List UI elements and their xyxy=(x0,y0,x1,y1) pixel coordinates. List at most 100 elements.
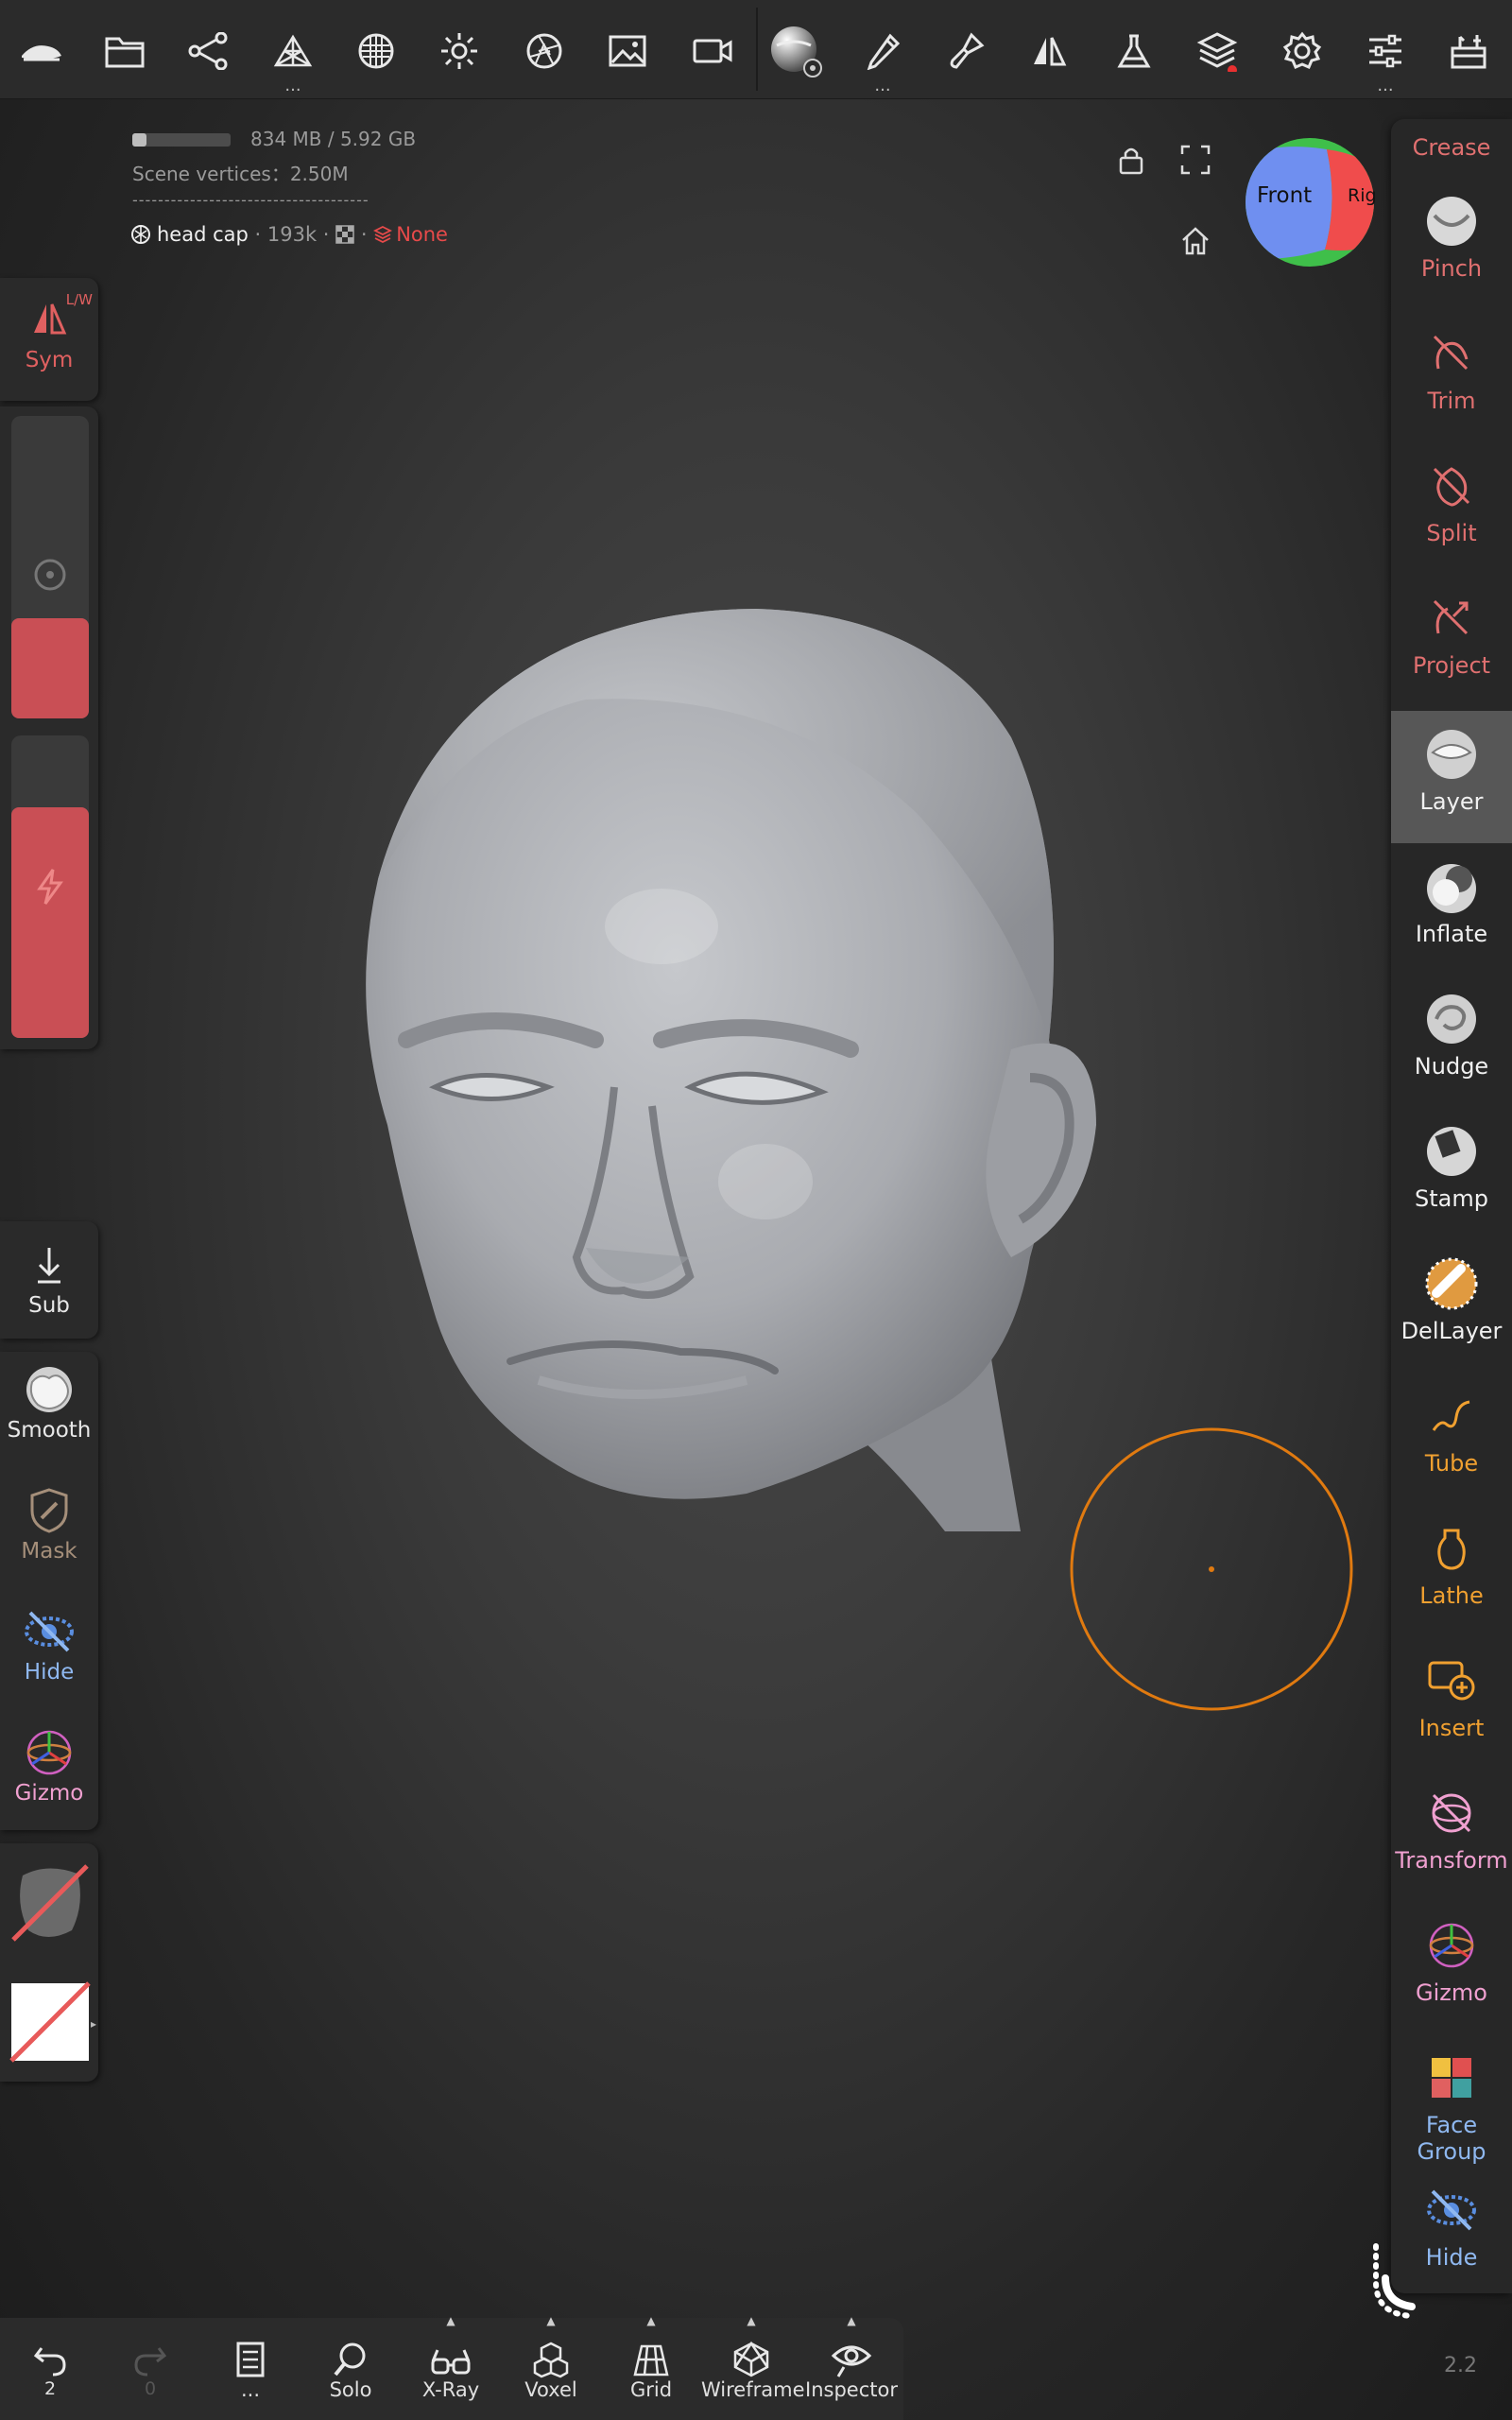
hide-label: Hide xyxy=(24,1660,75,1685)
lock-camera-button[interactable] xyxy=(1115,144,1149,178)
view-cube[interactable]: Front Rig xyxy=(1244,136,1377,268)
radius-slider[interactable] xyxy=(11,416,89,718)
intensity-lightning-icon xyxy=(36,868,64,906)
intensity-slider[interactable] xyxy=(11,735,89,1038)
fullscreen-button[interactable] xyxy=(1179,144,1213,178)
app-menu-button[interactable] xyxy=(11,21,72,81)
solo-button[interactable]: Solo xyxy=(301,2318,401,2420)
settings-button[interactable] xyxy=(1272,21,1332,81)
grid-button[interactable]: ▲ Grid xyxy=(601,2314,701,2420)
sub-button[interactable]: Sub xyxy=(0,1236,98,1318)
tool-transform-label: Transform xyxy=(1395,1847,1508,1874)
tool-trim[interactable]: Trim xyxy=(1391,310,1512,442)
postprocess-button[interactable] xyxy=(514,21,575,81)
bottom-bar: 2 0 ... Solo ▲ X-Ray ▲ Voxel ▲ Grid ▲ Wi… xyxy=(0,2314,903,2420)
painting-button[interactable] xyxy=(936,21,996,81)
lathe-vase-icon xyxy=(1437,1529,1466,1570)
interface-button[interactable]: ... xyxy=(1355,21,1416,95)
checker-icon xyxy=(335,225,354,244)
history-more-button[interactable]: ... xyxy=(200,2318,301,2420)
brush-radius-circle xyxy=(1070,1427,1353,1711)
color-disabled-icon xyxy=(9,1981,91,2063)
grid-expand-caret: ▲ xyxy=(646,2314,656,2327)
split-icon xyxy=(1433,467,1470,507)
tools-panel-button[interactable] xyxy=(1438,21,1499,81)
camera-button[interactable] xyxy=(682,21,743,81)
tool-insert-label: Insert xyxy=(1418,1715,1485,1741)
undo-icon xyxy=(33,2347,66,2377)
tool-face-group[interactable]: Face Group xyxy=(1391,2034,1512,2167)
xray-button[interactable]: ▲ X-Ray xyxy=(401,2314,501,2420)
inspector-expand-caret: ▲ xyxy=(847,2314,856,2327)
brush-sphere-icon xyxy=(771,26,822,78)
panel-scroll-indicator[interactable] xyxy=(1370,2240,1455,2325)
files-button[interactable] xyxy=(94,21,155,81)
inspector-button[interactable]: ▲ Inspector xyxy=(801,2314,902,2420)
layer-value: None xyxy=(396,223,448,246)
stroke-button[interactable]: ... xyxy=(852,21,913,95)
tool-tube[interactable]: Tube xyxy=(1391,1373,1512,1505)
tool-layer[interactable]: Layer xyxy=(1391,711,1512,843)
hide-tool-button[interactable]: Hide xyxy=(0,1603,98,1685)
tool-split[interactable]: Split xyxy=(1391,442,1512,575)
undo-button[interactable]: 2 xyxy=(0,2318,100,2420)
redo-icon xyxy=(134,2347,167,2377)
mesh-info[interactable]: head cap · 193k · · None xyxy=(130,223,448,246)
reset-camera-button[interactable] xyxy=(1179,225,1213,259)
tool-pinch[interactable]: Pinch xyxy=(1391,178,1512,310)
solo-label: Solo xyxy=(329,2378,372,2401)
undo-count: 2 xyxy=(43,2378,57,2399)
tool-insert[interactable]: Insert xyxy=(1391,1637,1512,1770)
video-camera-icon xyxy=(693,39,732,63)
stats-divider: ------------------------------------- xyxy=(132,191,369,209)
symmetry-button[interactable] xyxy=(1019,21,1079,81)
tool-transform[interactable]: Transform xyxy=(1391,1770,1512,1902)
voxel-label: Voxel xyxy=(524,2378,577,2401)
background-button[interactable] xyxy=(597,21,658,81)
tool-lathe[interactable]: Lathe xyxy=(1391,1505,1512,1637)
lighting-button[interactable] xyxy=(429,21,490,81)
xray-label: X-Ray xyxy=(421,2378,480,2401)
view-right-label: Rig xyxy=(1348,185,1377,206)
wireframe-button[interactable]: ▲ Wireframe xyxy=(701,2314,805,2420)
tool-lathe-label: Lathe xyxy=(1419,1582,1484,1609)
tool-gizmo[interactable]: Gizmo xyxy=(1391,1902,1512,2034)
scroll-curve-icon xyxy=(1373,2243,1416,2319)
brush-sliders-panel xyxy=(0,406,98,1049)
gizmo-tool-button[interactable]: Gizmo xyxy=(0,1724,98,1806)
tool-split-label: Split xyxy=(1426,520,1477,546)
radius-slider-fill xyxy=(11,618,89,718)
trim-icon xyxy=(1433,335,1469,371)
matcap-swatch[interactable] xyxy=(9,1857,91,1947)
nudge-brush-icon xyxy=(1427,994,1476,1044)
mesh-vertex-count: · 193k · xyxy=(248,223,336,246)
tool-nudge[interactable]: Nudge xyxy=(1391,976,1512,1108)
tool-project[interactable]: Project xyxy=(1391,575,1512,707)
topology-button[interactable]: ... xyxy=(263,21,323,95)
scene-button[interactable] xyxy=(178,21,238,81)
version-label: 2.2 xyxy=(1444,2354,1477,2377)
voxel-button[interactable]: ▲ Voxel xyxy=(501,2314,601,2420)
stamp-brush-icon xyxy=(1427,1127,1476,1176)
redo-button[interactable]: 0 xyxy=(100,2318,200,2420)
arrow-down-icon xyxy=(38,1248,60,1284)
scripts-button[interactable] xyxy=(1104,21,1164,81)
viewport-canvas[interactable] xyxy=(350,596,1181,1692)
tool-dellayer[interactable]: DelLayer xyxy=(1391,1240,1512,1373)
smooth-label: Smooth xyxy=(7,1418,92,1443)
material-button[interactable] xyxy=(346,21,406,81)
gizmo-icon xyxy=(1429,1923,1474,1968)
tool-stamp[interactable]: Stamp xyxy=(1391,1108,1512,1240)
smooth-tool-button[interactable]: Smooth xyxy=(0,1361,98,1443)
tool-crease[interactable]: Crease xyxy=(1391,119,1512,170)
color-swatch[interactable] xyxy=(9,1979,91,2065)
symmetry-toggle-button[interactable]: Sym L/W xyxy=(0,291,98,372)
layers-button[interactable] xyxy=(1187,21,1247,81)
inspector-eye-icon xyxy=(831,2345,872,2377)
tool-settings-button[interactable] xyxy=(765,21,826,81)
mask-tool-button[interactable]: Mask xyxy=(0,1482,98,1564)
tool-inflate[interactable]: Inflate xyxy=(1391,843,1512,976)
swatch-expand-arrow[interactable]: ▸ xyxy=(91,2017,96,2031)
intensity-slider-fill xyxy=(11,807,89,1038)
aperture-icon xyxy=(526,33,562,69)
